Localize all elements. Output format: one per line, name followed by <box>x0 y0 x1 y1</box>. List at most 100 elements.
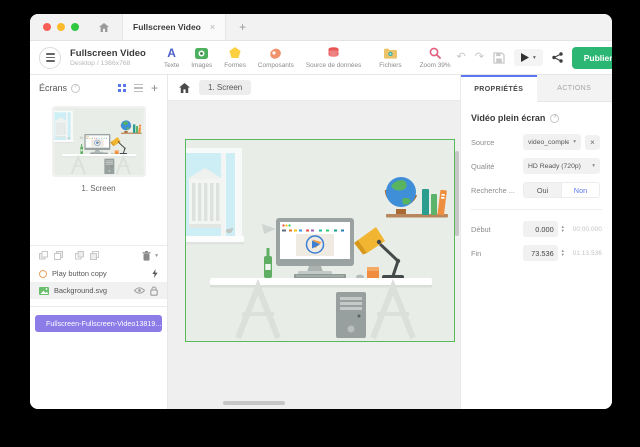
layer-row-background[interactable]: Background.svg <box>30 282 167 299</box>
layer-row-play-button[interactable]: Play button copy <box>30 265 167 282</box>
seek-field-row: Recherche ... Oui Non <box>471 182 602 198</box>
document-subtitle: Desktop / 1366x768 <box>70 60 131 67</box>
delete-options-caret-icon[interactable]: ▾ <box>155 253 158 259</box>
artboard-screen-1[interactable] <box>185 139 455 342</box>
components-tool-button[interactable]: Composants <box>252 47 300 69</box>
properties-heading: Vidéo plein écran <box>471 113 546 123</box>
send-to-back-icon[interactable] <box>54 251 63 260</box>
properties-heading-row: Vidéo plein écran ? <box>471 113 602 123</box>
chevron-down-icon: ▾ <box>573 139 576 145</box>
send-backward-icon[interactable] <box>39 251 48 260</box>
shapes-tool-button[interactable]: Formes <box>218 47 252 69</box>
seek-option-yes[interactable]: Oui <box>524 183 561 197</box>
main-toolbar: Fullscreen Video Desktop / 1366x768 A Te… <box>30 41 612 75</box>
source-select[interactable]: video_complete_... ▾ <box>523 134 581 150</box>
text-icon: A <box>167 46 176 60</box>
tab-properties[interactable]: PROPRIÉTÉS <box>461 75 537 102</box>
grid-view-icon[interactable] <box>118 84 126 92</box>
start-stepper[interactable]: ▲ ▼ <box>561 224 565 234</box>
screen-thumbnail-preview <box>53 108 144 175</box>
tab-fullscreen-video[interactable]: Fullscreen Video × <box>122 14 227 40</box>
start-field-row: Début 0.000 ▲ ▼ 00:00.000 <box>471 221 602 237</box>
maximize-window-button[interactable] <box>71 23 79 31</box>
layer-label: Play button copy <box>52 269 107 278</box>
browser-tab-bar: Fullscreen Video × + <box>30 14 612 41</box>
app-window: Fullscreen Video × + Fullscreen Video De… <box>30 14 612 409</box>
folder-icon <box>383 47 397 60</box>
text-tool-button[interactable]: A Texte <box>158 47 185 69</box>
minimize-window-button[interactable] <box>57 23 65 31</box>
canvas-area: 1. Screen <box>168 75 460 409</box>
zoom-tool-button[interactable]: Zoom 39% <box>414 47 457 69</box>
lock-icon[interactable] <box>150 285 158 296</box>
play-icon <box>520 53 529 62</box>
source-label: Source <box>471 137 495 147</box>
window-controls[interactable] <box>30 23 87 31</box>
step-down-icon[interactable]: ▼ <box>561 228 565 234</box>
redo-icon[interactable]: ↷ <box>475 52 484 63</box>
quality-label: Qualité <box>471 161 495 171</box>
files-tool-button[interactable]: Fichiers <box>373 47 407 69</box>
seek-option-no[interactable]: Non <box>561 183 599 197</box>
tab-actions[interactable]: ACTIONS <box>536 75 612 102</box>
source-value: video_complete_... <box>528 138 570 146</box>
share-icon[interactable] <box>552 52 563 63</box>
screen-thumbnail-label[interactable]: 1. Screen <box>30 184 167 193</box>
publish-button[interactable]: Publier <box>571 46 612 69</box>
add-screen-button[interactable]: + <box>151 82 158 94</box>
preview-play-button[interactable]: ▾ <box>513 49 543 66</box>
end-field-row: Fin 73.536 ▲ ▼ 01:13.536 <box>471 245 602 261</box>
quality-field-row: Qualité HD Ready (720p) ▾ <box>471 158 602 174</box>
tab-title: Fullscreen Video <box>133 22 201 32</box>
images-tool-button[interactable]: Images <box>185 47 218 69</box>
clear-source-button[interactable]: × <box>585 134 600 150</box>
visibility-eye-icon[interactable] <box>134 287 145 294</box>
canvas-viewport[interactable] <box>168 101 460 409</box>
layers-toolbar: ▾ <box>30 246 167 265</box>
quality-select[interactable]: HD Ready (720p) ▾ <box>523 158 600 174</box>
menu-button[interactable] <box>39 46 61 69</box>
screens-list: 1. Screen <box>30 101 167 246</box>
screens-panel-header: Écrans ? + <box>30 75 167 101</box>
form-divider <box>471 209 602 210</box>
desktop-background: Fullscreen Video × + Fullscreen Video De… <box>0 0 640 447</box>
info-icon[interactable]: ? <box>550 113 560 123</box>
end-stepper[interactable]: ▲ ▼ <box>561 248 565 258</box>
screens-panel-title: Écrans <box>39 83 68 93</box>
layer-actions <box>152 269 158 278</box>
home-icon[interactable] <box>179 82 190 93</box>
close-window-button[interactable] <box>43 23 51 31</box>
vertical-scrollbar[interactable] <box>455 151 459 236</box>
data-source-tool-button[interactable]: Source de données <box>300 47 367 69</box>
tab-close-icon[interactable]: × <box>210 22 215 32</box>
new-tab-button[interactable]: + <box>226 20 259 34</box>
start-timecode: 00:00.000 <box>572 225 602 233</box>
list-view-icon[interactable] <box>133 83 143 93</box>
start-time-input[interactable]: 0.000 <box>523 221 558 237</box>
horizontal-scrollbar[interactable] <box>223 401 285 405</box>
end-label: Fin <box>471 248 482 258</box>
delete-layer-icon[interactable] <box>142 250 151 261</box>
info-icon[interactable]: ? <box>71 83 81 93</box>
save-icon[interactable] <box>493 51 505 64</box>
toolbar-right-group: ↶ ↷ ▾ Publier <box>457 46 612 69</box>
image-layer-icon <box>39 286 49 295</box>
layer-label: Background.svg <box>54 286 107 295</box>
screen-thumbnail[interactable] <box>51 106 146 177</box>
bring-forward-icon[interactable] <box>75 251 84 260</box>
lightning-icon[interactable] <box>152 269 158 278</box>
chevron-down-icon: ▾ <box>592 163 595 169</box>
screens-view-controls: + <box>118 82 158 94</box>
play-button-layer-icon <box>39 269 47 278</box>
undo-icon[interactable]: ↶ <box>457 52 466 63</box>
bring-to-front-icon[interactable] <box>90 251 99 260</box>
step-down-icon[interactable]: ▼ <box>561 252 565 258</box>
play-dropdown-caret-icon[interactable]: ▾ <box>533 55 536 61</box>
end-time-input[interactable]: 73.536 <box>523 245 558 261</box>
properties-panel-tabs: PROPRIÉTÉS ACTIONS <box>461 75 612 102</box>
home-icon[interactable] <box>99 22 109 32</box>
layer-row-video-selected[interactable]: Fullscreen-Fullscreen-Video13819... <box>35 315 162 332</box>
workspace-illustration <box>186 140 454 341</box>
breadcrumb-screen-chip[interactable]: 1. Screen <box>199 80 252 95</box>
properties-form: Vidéo plein écran ? Source video_complet… <box>461 102 612 280</box>
